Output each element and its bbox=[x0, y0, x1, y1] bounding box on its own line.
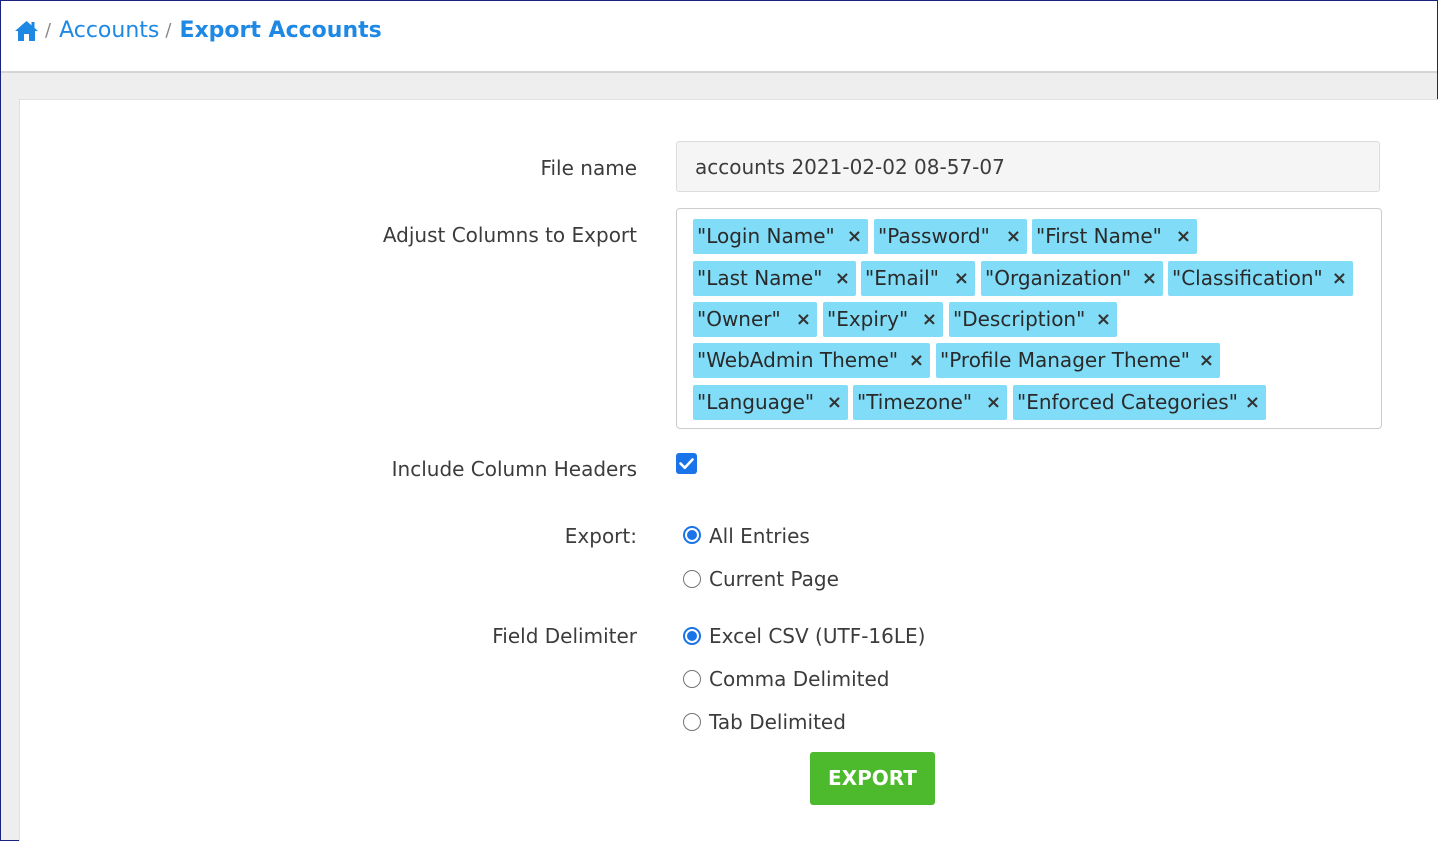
column-tag: "Expiry" × bbox=[823, 302, 943, 337]
remove-tag-icon[interactable]: × bbox=[827, 385, 842, 420]
column-tag-label: "Timezone" bbox=[857, 390, 973, 414]
column-tag-label: "Email" bbox=[865, 266, 939, 290]
column-tag-label: "First Name" bbox=[1036, 224, 1162, 248]
column-tag-label: "Profile Manager Theme" bbox=[940, 348, 1190, 372]
option-tab-delimited-label[interactable]: Tab Delimited bbox=[709, 710, 846, 734]
radio-comma-delimited[interactable] bbox=[683, 670, 701, 688]
column-tag: "Timezone" × bbox=[853, 385, 1007, 420]
column-tag: "Email" × bbox=[861, 261, 975, 296]
breadcrumb: / Accounts / Export Accounts bbox=[14, 18, 382, 43]
home-icon[interactable] bbox=[14, 19, 39, 43]
include-headers-checkbox[interactable] bbox=[676, 453, 697, 474]
radio-excel-csv[interactable] bbox=[683, 627, 701, 645]
remove-tag-icon[interactable]: × bbox=[922, 302, 937, 337]
column-tag: "First Name" × bbox=[1032, 219, 1197, 254]
breadcrumb-separator: / bbox=[165, 20, 172, 41]
option-comma-delimited-label[interactable]: Comma Delimited bbox=[709, 667, 889, 691]
remove-tag-icon[interactable]: × bbox=[986, 385, 1001, 420]
remove-tag-icon[interactable]: × bbox=[1199, 343, 1214, 378]
column-tag-label: "Last Name" bbox=[697, 266, 823, 290]
columns-label: Adjust Columns to Export bbox=[382, 223, 637, 247]
column-tag: "Language" × bbox=[693, 385, 848, 420]
column-tag-label: "Organization" bbox=[985, 266, 1132, 290]
column-tag: "Last Name" × bbox=[693, 261, 856, 296]
remove-tag-icon[interactable]: × bbox=[1096, 302, 1111, 337]
column-tag: "Owner" × bbox=[693, 302, 817, 337]
option-current-page-label[interactable]: Current Page bbox=[709, 567, 839, 591]
radio-tab-delimited[interactable] bbox=[683, 713, 701, 731]
column-tag-label: "Enforced Categories" bbox=[1017, 390, 1238, 414]
file-name-input[interactable]: accounts 2021-02-02 08-57-07 bbox=[676, 141, 1380, 192]
column-tag-label: "WebAdmin Theme" bbox=[697, 348, 899, 372]
option-excel-csv-label[interactable]: Excel CSV (UTF-16LE) bbox=[709, 624, 925, 648]
check-icon bbox=[679, 458, 694, 470]
remove-tag-icon[interactable]: × bbox=[847, 219, 862, 254]
remove-tag-icon[interactable]: × bbox=[1142, 261, 1157, 296]
breadcrumb-separator: / bbox=[45, 20, 52, 41]
field-delimiter-label: Field Delimiter bbox=[492, 624, 637, 648]
breadcrumb-accounts-link[interactable]: Accounts bbox=[59, 18, 159, 43]
column-tag-label: "Language" bbox=[697, 390, 815, 414]
column-tag: "Classification" × bbox=[1168, 261, 1353, 296]
export-button[interactable]: EXPORT bbox=[810, 752, 935, 805]
breadcrumb-current-page: Export Accounts bbox=[179, 18, 382, 43]
radio-current-page[interactable] bbox=[683, 570, 701, 588]
remove-tag-icon[interactable]: × bbox=[1176, 219, 1191, 254]
remove-tag-icon[interactable]: × bbox=[909, 343, 924, 378]
column-tag: "Organization" × bbox=[981, 261, 1163, 296]
column-tag-label: "Owner" bbox=[697, 307, 781, 331]
radio-all-entries[interactable] bbox=[683, 526, 701, 544]
include-headers-label: Include Column Headers bbox=[391, 457, 637, 481]
column-tag-label: "Classification" bbox=[1172, 266, 1323, 290]
remove-tag-icon[interactable]: × bbox=[1332, 261, 1347, 296]
option-all-entries-label[interactable]: All Entries bbox=[709, 524, 810, 548]
column-tag-label: "Expiry" bbox=[827, 307, 909, 331]
column-tag-label: "Description" bbox=[953, 307, 1086, 331]
file-name-label: File name bbox=[540, 156, 637, 180]
column-tag-label: "Password" bbox=[878, 224, 990, 248]
column-tag: "Password" × bbox=[874, 219, 1027, 254]
column-tag-label: "Login Name" bbox=[697, 224, 835, 248]
column-tag: "Login Name" × bbox=[693, 219, 868, 254]
remove-tag-icon[interactable]: × bbox=[1245, 385, 1260, 420]
page-header: / Accounts / Export Accounts bbox=[1, 1, 1437, 73]
column-tag: "WebAdmin Theme" × bbox=[693, 343, 930, 378]
remove-tag-icon[interactable]: × bbox=[954, 261, 969, 296]
remove-tag-icon[interactable]: × bbox=[1006, 219, 1021, 254]
remove-tag-icon[interactable]: × bbox=[796, 302, 811, 337]
remove-tag-icon[interactable]: × bbox=[835, 261, 850, 296]
export-label: Export: bbox=[564, 524, 637, 548]
column-tag: "Description" × bbox=[949, 302, 1117, 337]
column-tag: "Enforced Categories" × bbox=[1013, 385, 1266, 420]
column-tag: "Profile Manager Theme" × bbox=[936, 343, 1220, 378]
